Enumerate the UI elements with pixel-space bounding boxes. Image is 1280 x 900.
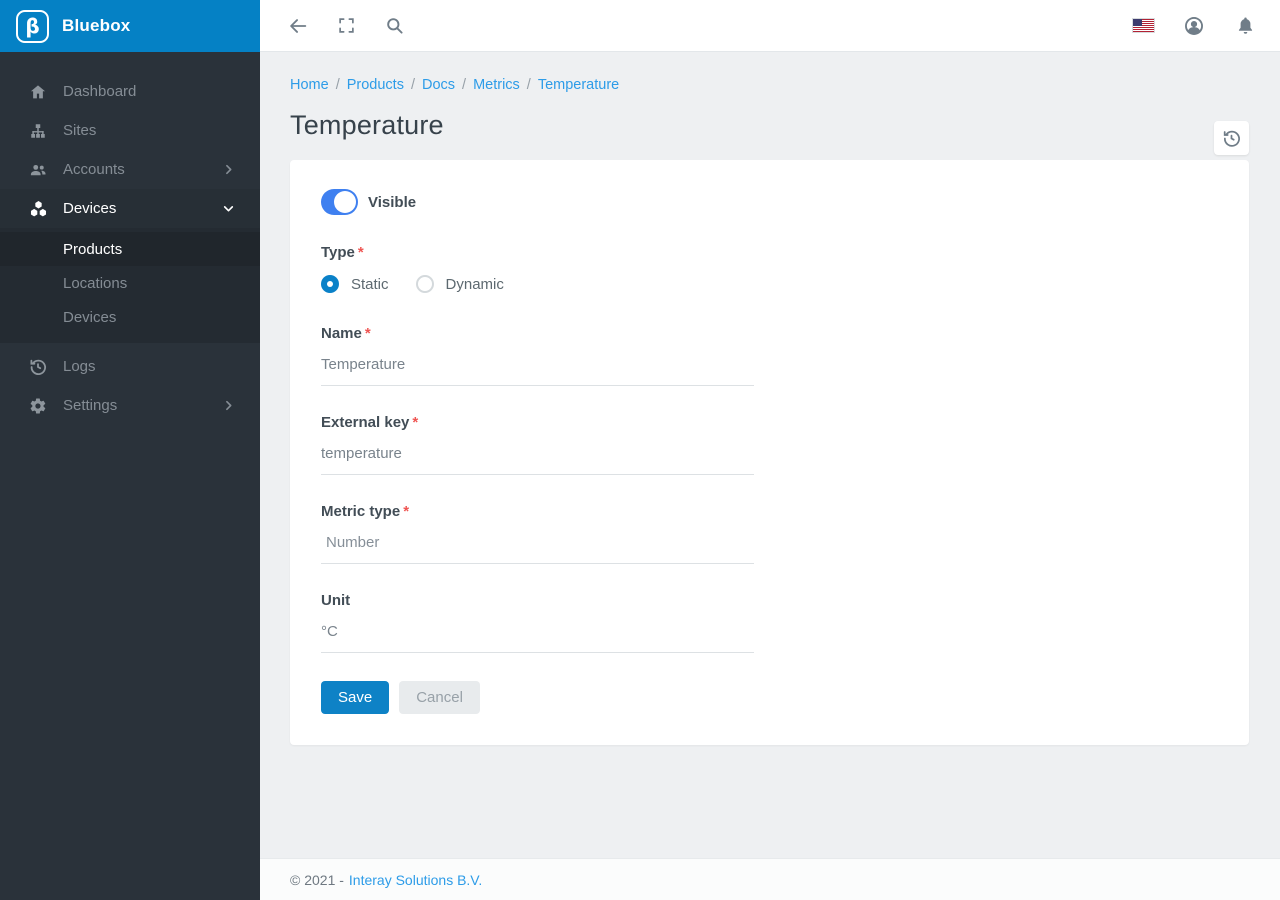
copyright-text: © 2021 - [290, 872, 344, 888]
gear-icon [28, 396, 48, 416]
sidebar-item-accounts[interactable]: Accounts [0, 150, 260, 189]
bluebox-logo-icon: β [16, 10, 49, 43]
breadcrumb-home[interactable]: Home [290, 77, 329, 93]
required-asterisk: * [412, 414, 418, 431]
brand-name: Bluebox [62, 16, 130, 36]
notifications-bell-icon[interactable] [1234, 15, 1256, 37]
external-key-label: External key* [321, 414, 754, 431]
required-asterisk: * [358, 244, 364, 261]
chevron-down-icon [222, 202, 236, 216]
toggle-knob [334, 191, 356, 213]
page-title: Temperature [290, 110, 1249, 141]
visible-toggle[interactable] [321, 189, 358, 215]
required-asterisk: * [403, 503, 409, 520]
sidebar-item-label: Dashboard [63, 83, 236, 100]
breadcrumb-temperature[interactable]: Temperature [538, 77, 619, 93]
sidebar-item-label: Settings [63, 397, 222, 414]
breadcrumb: Home / Products / Docs / Metrics / Tempe… [290, 77, 1249, 93]
sidebar-item-logs[interactable]: Logs [0, 347, 260, 386]
visible-toggle-label: Visible [368, 194, 416, 211]
type-radio-group: Static Dynamic [321, 275, 754, 297]
unit-input[interactable]: °C [321, 623, 754, 653]
history-button[interactable] [1214, 121, 1249, 155]
sidebar-item-sites[interactable]: Sites [0, 111, 260, 150]
breadcrumb-products[interactable]: Products [347, 77, 404, 93]
back-arrow-icon[interactable] [287, 15, 309, 37]
name-input[interactable]: Temperature [321, 356, 754, 386]
sidebar-item-label: Logs [63, 358, 236, 375]
metric-form-card: Visible Type* Static Dynamic [290, 160, 1249, 745]
type-label: Type* [321, 244, 754, 261]
sidebar-subitem-label: Products [63, 241, 122, 258]
sidebar-menu: Dashboard Sites Accounts [0, 52, 260, 425]
breadcrumb-separator: / [411, 77, 415, 93]
search-icon[interactable] [383, 15, 405, 37]
sidebar-subitem-devices[interactable]: Devices [0, 300, 260, 334]
radio-static[interactable]: Static [321, 275, 389, 293]
logo-glyph: β [25, 16, 39, 36]
user-avatar-icon[interactable] [1183, 15, 1205, 37]
required-asterisk: * [365, 325, 371, 342]
breadcrumb-docs[interactable]: Docs [422, 77, 455, 93]
sidebar-subitem-products[interactable]: Products [0, 232, 260, 266]
radio-dynamic-label: Dynamic [446, 276, 504, 293]
main-column: Home / Products / Docs / Metrics / Tempe… [260, 0, 1280, 900]
breadcrumb-separator: / [336, 77, 340, 93]
sidebar-item-label: Sites [63, 122, 236, 139]
unit-field: Unit °C [321, 592, 754, 653]
fullscreen-icon[interactable] [335, 15, 357, 37]
devices-submenu: Products Locations Devices [0, 228, 260, 343]
sidebar-subitem-label: Devices [63, 309, 116, 326]
chevron-right-icon [222, 163, 236, 177]
app-window: β Bluebox Dashboard Sites Ac [0, 0, 1280, 900]
breadcrumb-separator: / [462, 77, 466, 93]
cancel-button[interactable]: Cancel [399, 681, 480, 714]
us-flag-icon[interactable] [1133, 19, 1154, 32]
metric-type-select[interactable]: Number [321, 534, 754, 564]
unit-label: Unit [321, 592, 754, 609]
radio-circle-icon [321, 275, 339, 293]
form-actions: Save Cancel [321, 681, 1218, 714]
sitemap-icon [28, 121, 48, 141]
users-icon [28, 160, 48, 180]
topbar-right [1133, 15, 1256, 37]
radio-dynamic[interactable]: Dynamic [416, 275, 504, 293]
sidebar: β Bluebox Dashboard Sites Ac [0, 0, 260, 900]
footer: © 2021 - Interay Solutions B.V. [260, 858, 1280, 900]
topbar-left [287, 15, 405, 37]
sidebar-subitem-label: Locations [63, 275, 127, 292]
sidebar-item-settings[interactable]: Settings [0, 386, 260, 425]
chevron-right-icon [222, 399, 236, 413]
radio-static-label: Static [351, 276, 389, 293]
history-icon [28, 357, 48, 377]
external-key-field: External key* temperature [321, 414, 754, 475]
content-area: Home / Products / Docs / Metrics / Tempe… [260, 52, 1280, 858]
external-key-input[interactable]: temperature [321, 445, 754, 475]
breadcrumb-separator: / [527, 77, 531, 93]
radio-circle-icon [416, 275, 434, 293]
sidebar-item-label: Devices [63, 200, 222, 217]
sidebar-item-dashboard[interactable]: Dashboard [0, 72, 260, 111]
name-field: Name* Temperature [321, 325, 754, 386]
metric-type-field: Metric type* Number [321, 503, 754, 564]
cubes-icon [28, 199, 48, 219]
sidebar-item-devices[interactable]: Devices [0, 189, 260, 228]
metric-type-label: Metric type* [321, 503, 754, 520]
company-link[interactable]: Interay Solutions B.V. [349, 872, 482, 888]
save-button[interactable]: Save [321, 681, 389, 714]
brand-header[interactable]: β Bluebox [0, 0, 260, 52]
type-field: Type* Static Dynamic [321, 244, 754, 297]
topbar [260, 0, 1280, 52]
name-label: Name* [321, 325, 754, 342]
breadcrumb-metrics[interactable]: Metrics [473, 77, 520, 93]
sidebar-subitem-locations[interactable]: Locations [0, 266, 260, 300]
home-icon [28, 82, 48, 102]
sidebar-item-label: Accounts [63, 161, 222, 178]
visible-toggle-row: Visible [321, 189, 1218, 215]
